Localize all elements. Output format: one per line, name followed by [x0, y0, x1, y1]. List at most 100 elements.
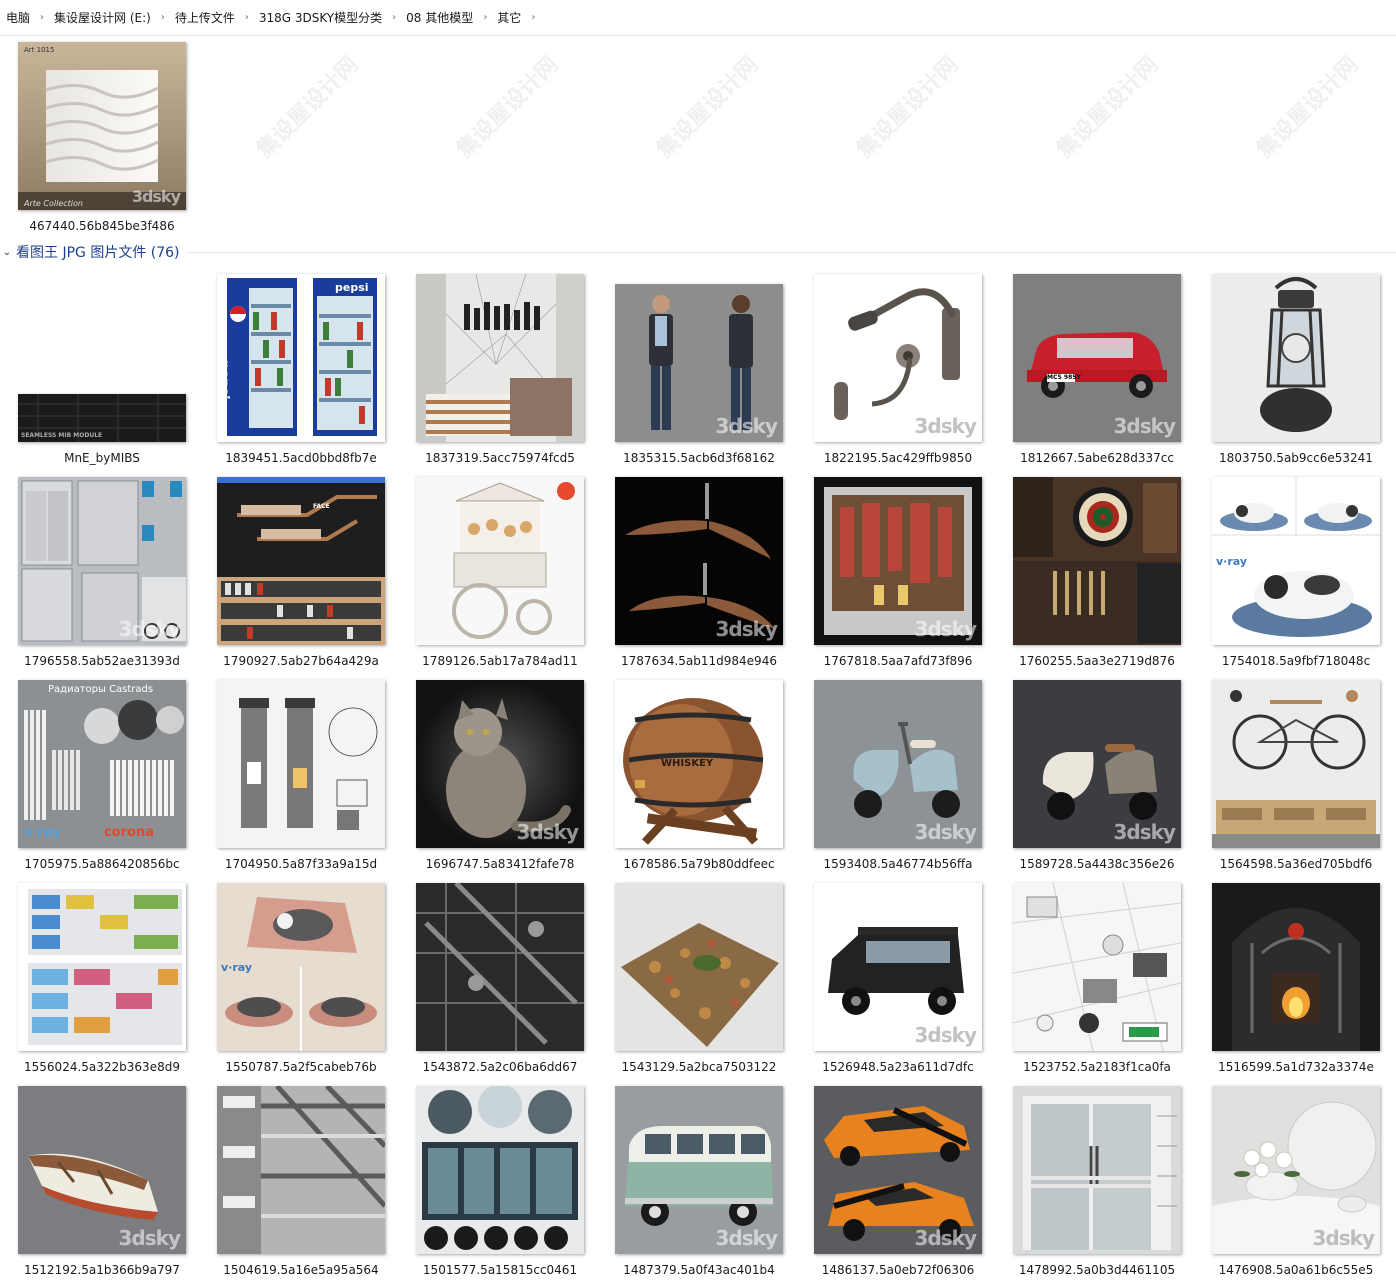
file-tile[interactable]: 1564598.5a36ed705bdf6	[1200, 680, 1384, 876]
breadcrumb-item-other[interactable]: 其它	[491, 9, 527, 26]
background-watermark: 集设屋设计网	[1052, 52, 1164, 164]
supermarket-shelf-image	[18, 883, 186, 1051]
thumbnail-image: FACE	[217, 477, 385, 645]
file-tile[interactable]: 3dsky 1589728.5a4438c356e26	[1001, 680, 1185, 876]
file-tile[interactable]: MCS 985Y 3dsky 1812667.5abe628d337cc	[1001, 274, 1185, 470]
file-tile[interactable]: 3dsky 1767818.5aa7afd73f896	[802, 477, 986, 673]
file-tile[interactable]: 1704950.5a87f33a9a15d	[205, 680, 389, 876]
background-watermark: 集设屋设计网	[1252, 52, 1364, 164]
wave-panel-image	[18, 42, 186, 210]
thumbnail-image	[217, 680, 385, 848]
file-tile[interactable]: 3dsky 1822195.5ac429ffb9850	[802, 274, 986, 470]
file-tile[interactable]: 1789126.5ab17a784ad11	[404, 477, 588, 673]
file-tile[interactable]: 1803750.5ab9cc6e53241	[1200, 274, 1384, 470]
file-tile[interactable]: v·ray 1754018.5a9fbf718048c	[1200, 477, 1384, 673]
file-name: 1526948.5a23a611d7dfc	[822, 1060, 974, 1074]
breadcrumb-item-drive[interactable]: 集设屋设计网 (E:)	[48, 9, 157, 26]
thumbnail-image	[416, 274, 584, 442]
chevron-right-icon[interactable]: ›	[479, 12, 491, 23]
chevron-right-icon[interactable]: ›	[388, 12, 400, 23]
file-name: 1696747.5a83412fafe78	[425, 857, 575, 871]
file-tile[interactable]: 3dsky 1526948.5a23a611d7dfc	[802, 883, 986, 1079]
group-title: 看图王 JPG 图片文件 (76)	[16, 245, 180, 261]
file-tile[interactable]: Радиаторы Castrads v·ray corona 1705975.…	[6, 680, 190, 876]
pepsi-fridge-image	[217, 274, 385, 442]
file-tile[interactable]: 1543129.5a2bca7503122	[603, 883, 787, 1079]
thumbnail-image	[1212, 274, 1380, 442]
background-watermark: 集设屋设计网	[652, 52, 764, 164]
file-tile[interactable]: 3dsky 1512192.5a1b366b9a797	[6, 1086, 190, 1282]
file-tile[interactable]: 1760255.5aa3e2719d876	[1001, 477, 1185, 673]
chevron-down-icon[interactable]: ⌄	[0, 247, 14, 258]
brand-watermark: 3dsky	[914, 617, 977, 641]
chevron-right-icon[interactable]: ›	[157, 12, 169, 23]
thumbnail-image	[1013, 477, 1181, 645]
brand-watermark: 3dsky	[516, 820, 579, 844]
breadcrumb-item-other-models[interactable]: 08 其他模型	[400, 9, 479, 26]
file-tile[interactable]: 1501577.5a15815cc0461	[404, 1086, 588, 1282]
file-name: 1705975.5a886420856bc	[24, 857, 180, 871]
thumbnail-image	[615, 883, 783, 1051]
file-tile[interactable]: 1516599.5a1d732a3374e	[1200, 883, 1384, 1079]
brand-watermark: 3dsky	[914, 1226, 977, 1250]
file-tile[interactable]: WHISKEY 1678586.5a79b80ddfeec	[603, 680, 787, 876]
file-name: 1550787.5a2f5cabeb76b	[225, 1060, 377, 1074]
thumbnail-image	[1212, 883, 1380, 1051]
file-tile[interactable]: 1837319.5acc75974fcd5	[404, 274, 588, 470]
background-watermark: 集设屋设计网	[452, 52, 564, 164]
file-name: 1516599.5a1d732a3374e	[1218, 1060, 1374, 1074]
file-name: 1839451.5acd0bbd8fb7e	[225, 451, 377, 465]
file-tile[interactable]: 3dsky 1696747.5a83412fafe78	[404, 680, 588, 876]
file-tile[interactable]: Art 1015 Arte Collection 3dsky 467440.56…	[6, 42, 190, 238]
file-tile[interactable]: 3dsky 1835315.5acb6d3f68162	[603, 274, 787, 470]
file-name: 1523752.5a2183f1ca0fa	[1023, 1060, 1171, 1074]
thumbnail-image: 3dsky	[18, 477, 186, 645]
file-tile[interactable]: SEAMLESS MIB MODULE MnE_byMIBS	[6, 274, 190, 470]
file-tile[interactable]: 3dsky 1476908.5a0a61b6c55e5	[1200, 1086, 1384, 1282]
breadcrumb: 电脑 › 集设屋设计网 (E:) › 待上传文件 › 318G 3DSKY模型分…	[0, 0, 1396, 36]
file-tile[interactable]: v·ray 1550787.5a2f5cabeb76b	[205, 883, 389, 1079]
glass-door-image	[1013, 1086, 1181, 1254]
file-tile[interactable]: 3dsky 1796558.5ab52ae31393d	[6, 477, 190, 673]
chevron-right-icon[interactable]: ›	[241, 12, 253, 23]
brand-watermark: 3dsky	[914, 414, 977, 438]
thumb-label: Радиаторы Castrads	[48, 684, 154, 695]
brand-watermark: 3dsky	[914, 1023, 977, 1047]
file-name: 1589728.5a4438c356e26	[1019, 857, 1175, 871]
chevron-right-icon[interactable]: ›	[36, 12, 48, 23]
file-tile[interactable]: FACE 1790927.5ab27b64a429a	[205, 477, 389, 673]
breadcrumb-item-3dsky[interactable]: 318G 3DSKY模型分类	[253, 9, 388, 26]
gabion-fireplace-image	[217, 680, 385, 848]
file-name: 1803750.5ab9cc6e53241	[1219, 451, 1373, 465]
file-tile[interactable]: 3dsky 1486137.5a0eb72f06306	[802, 1086, 986, 1282]
group-header[interactable]: ⌄ 看图王 JPG 图片文件 (76)	[0, 241, 1396, 263]
thumbnail-image: 3dsky	[615, 284, 783, 442]
breadcrumb-item-pending[interactable]: 待上传文件	[169, 9, 241, 26]
file-tile[interactable]: 1504619.5a16e5a95a564	[205, 1086, 389, 1282]
thumb-label: pepsi	[335, 281, 369, 294]
file-tile[interactable]: 3dsky 1593408.5a46774b56ffa	[802, 680, 986, 876]
file-tile[interactable]: pepsi pepsi 1839451.5acd0bbd8fb7e	[205, 274, 389, 470]
file-tile[interactable]: 1523752.5a2183f1ca0fa	[1001, 883, 1185, 1079]
thumbnail-image: Art 1015 Arte Collection 3dsky	[18, 42, 186, 210]
file-name: 1812667.5abe628d337cc	[1020, 451, 1174, 465]
file-tile[interactable]: 1478992.5a0b3d4461105	[1001, 1086, 1185, 1282]
thumbnail-image: SEAMLESS MIB MODULE	[18, 394, 186, 442]
thumbnail-image: pepsi pepsi	[217, 274, 385, 442]
file-tile[interactable]: 1543872.5a2c06ba6dd67	[404, 883, 588, 1079]
thumb-label: Arte Collection	[24, 199, 83, 208]
file-name: 1837319.5acc75974fcd5	[425, 451, 575, 465]
file-name: 1564598.5a36ed705bdf6	[1219, 857, 1373, 871]
file-name: 1543129.5a2bca7503122	[621, 1060, 777, 1074]
breadcrumb-item-computer[interactable]: 电脑	[0, 9, 36, 26]
file-name: 1486137.5a0eb72f06306	[821, 1263, 975, 1277]
technical-ceiling-image	[416, 883, 584, 1051]
file-tile[interactable]: 1556024.5a322b363e8d9	[6, 883, 190, 1079]
file-tile[interactable]: 3dsky 1787634.5ab11d984e946	[603, 477, 787, 673]
file-name: 1787634.5ab11d984e946	[621, 654, 777, 668]
thumbnail-image: 3dsky	[814, 274, 982, 442]
chevron-right-icon[interactable]: ›	[527, 12, 539, 23]
thumb-label: pepsi	[217, 360, 231, 400]
file-tile[interactable]: 3dsky 1487379.5a0f43ac401b4	[603, 1086, 787, 1282]
thumbnail-image	[1212, 680, 1380, 848]
